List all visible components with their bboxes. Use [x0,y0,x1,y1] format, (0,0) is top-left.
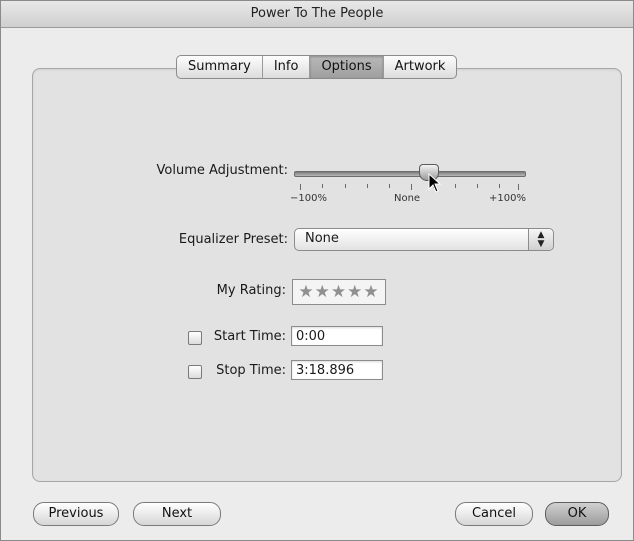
my-rating-label: My Rating: [216,283,286,298]
cancel-button[interactable]: Cancel [455,502,533,526]
equalizer-preset-select[interactable]: None ▲ ▼ [294,228,554,251]
volume-min-label: −100% [290,193,327,204]
volume-tick [499,184,500,188]
tab-summary[interactable]: Summary [177,56,263,78]
stop-time-field[interactable]: 3:18.896 [291,360,383,380]
volume-tick [455,184,456,188]
volume-tick [345,184,346,188]
start-time-field[interactable]: 0:00 [291,326,383,346]
stop-time-label: Stop Time: [216,363,286,378]
mouse-pointer-icon [428,173,442,193]
updown-arrows-icon: ▲ ▼ [528,229,553,250]
tab-options[interactable]: Options [310,56,384,78]
start-time-label: Start Time: [213,329,286,344]
volume-slider[interactable] [294,171,526,177]
equalizer-preset-value: None [305,231,339,246]
volume-mid-label: None [394,193,421,204]
options-panel [32,68,622,482]
volume-max-label: +100% [489,193,526,204]
next-button[interactable]: Next [133,502,221,526]
volume-tick [367,184,368,188]
volume-tick [322,184,323,188]
equalizer-preset-label: Equalizer Preset: [178,232,288,247]
volume-tick [411,184,412,190]
tab-bar: Summary Info Options Artwork [176,55,458,79]
volume-tick [389,184,390,188]
rating-stars[interactable]: ★★★★★ [292,279,386,305]
volume-tick [477,184,478,188]
ok-button[interactable]: OK [545,502,609,526]
previous-button[interactable]: Previous [33,502,119,526]
volume-tick [518,184,519,190]
window-title: Power To The People [1,1,633,28]
tab-artwork[interactable]: Artwork [384,56,457,78]
volume-tick [300,184,301,190]
volume-adjustment-label: Volume Adjustment: [156,163,289,178]
tab-info[interactable]: Info [263,56,311,78]
